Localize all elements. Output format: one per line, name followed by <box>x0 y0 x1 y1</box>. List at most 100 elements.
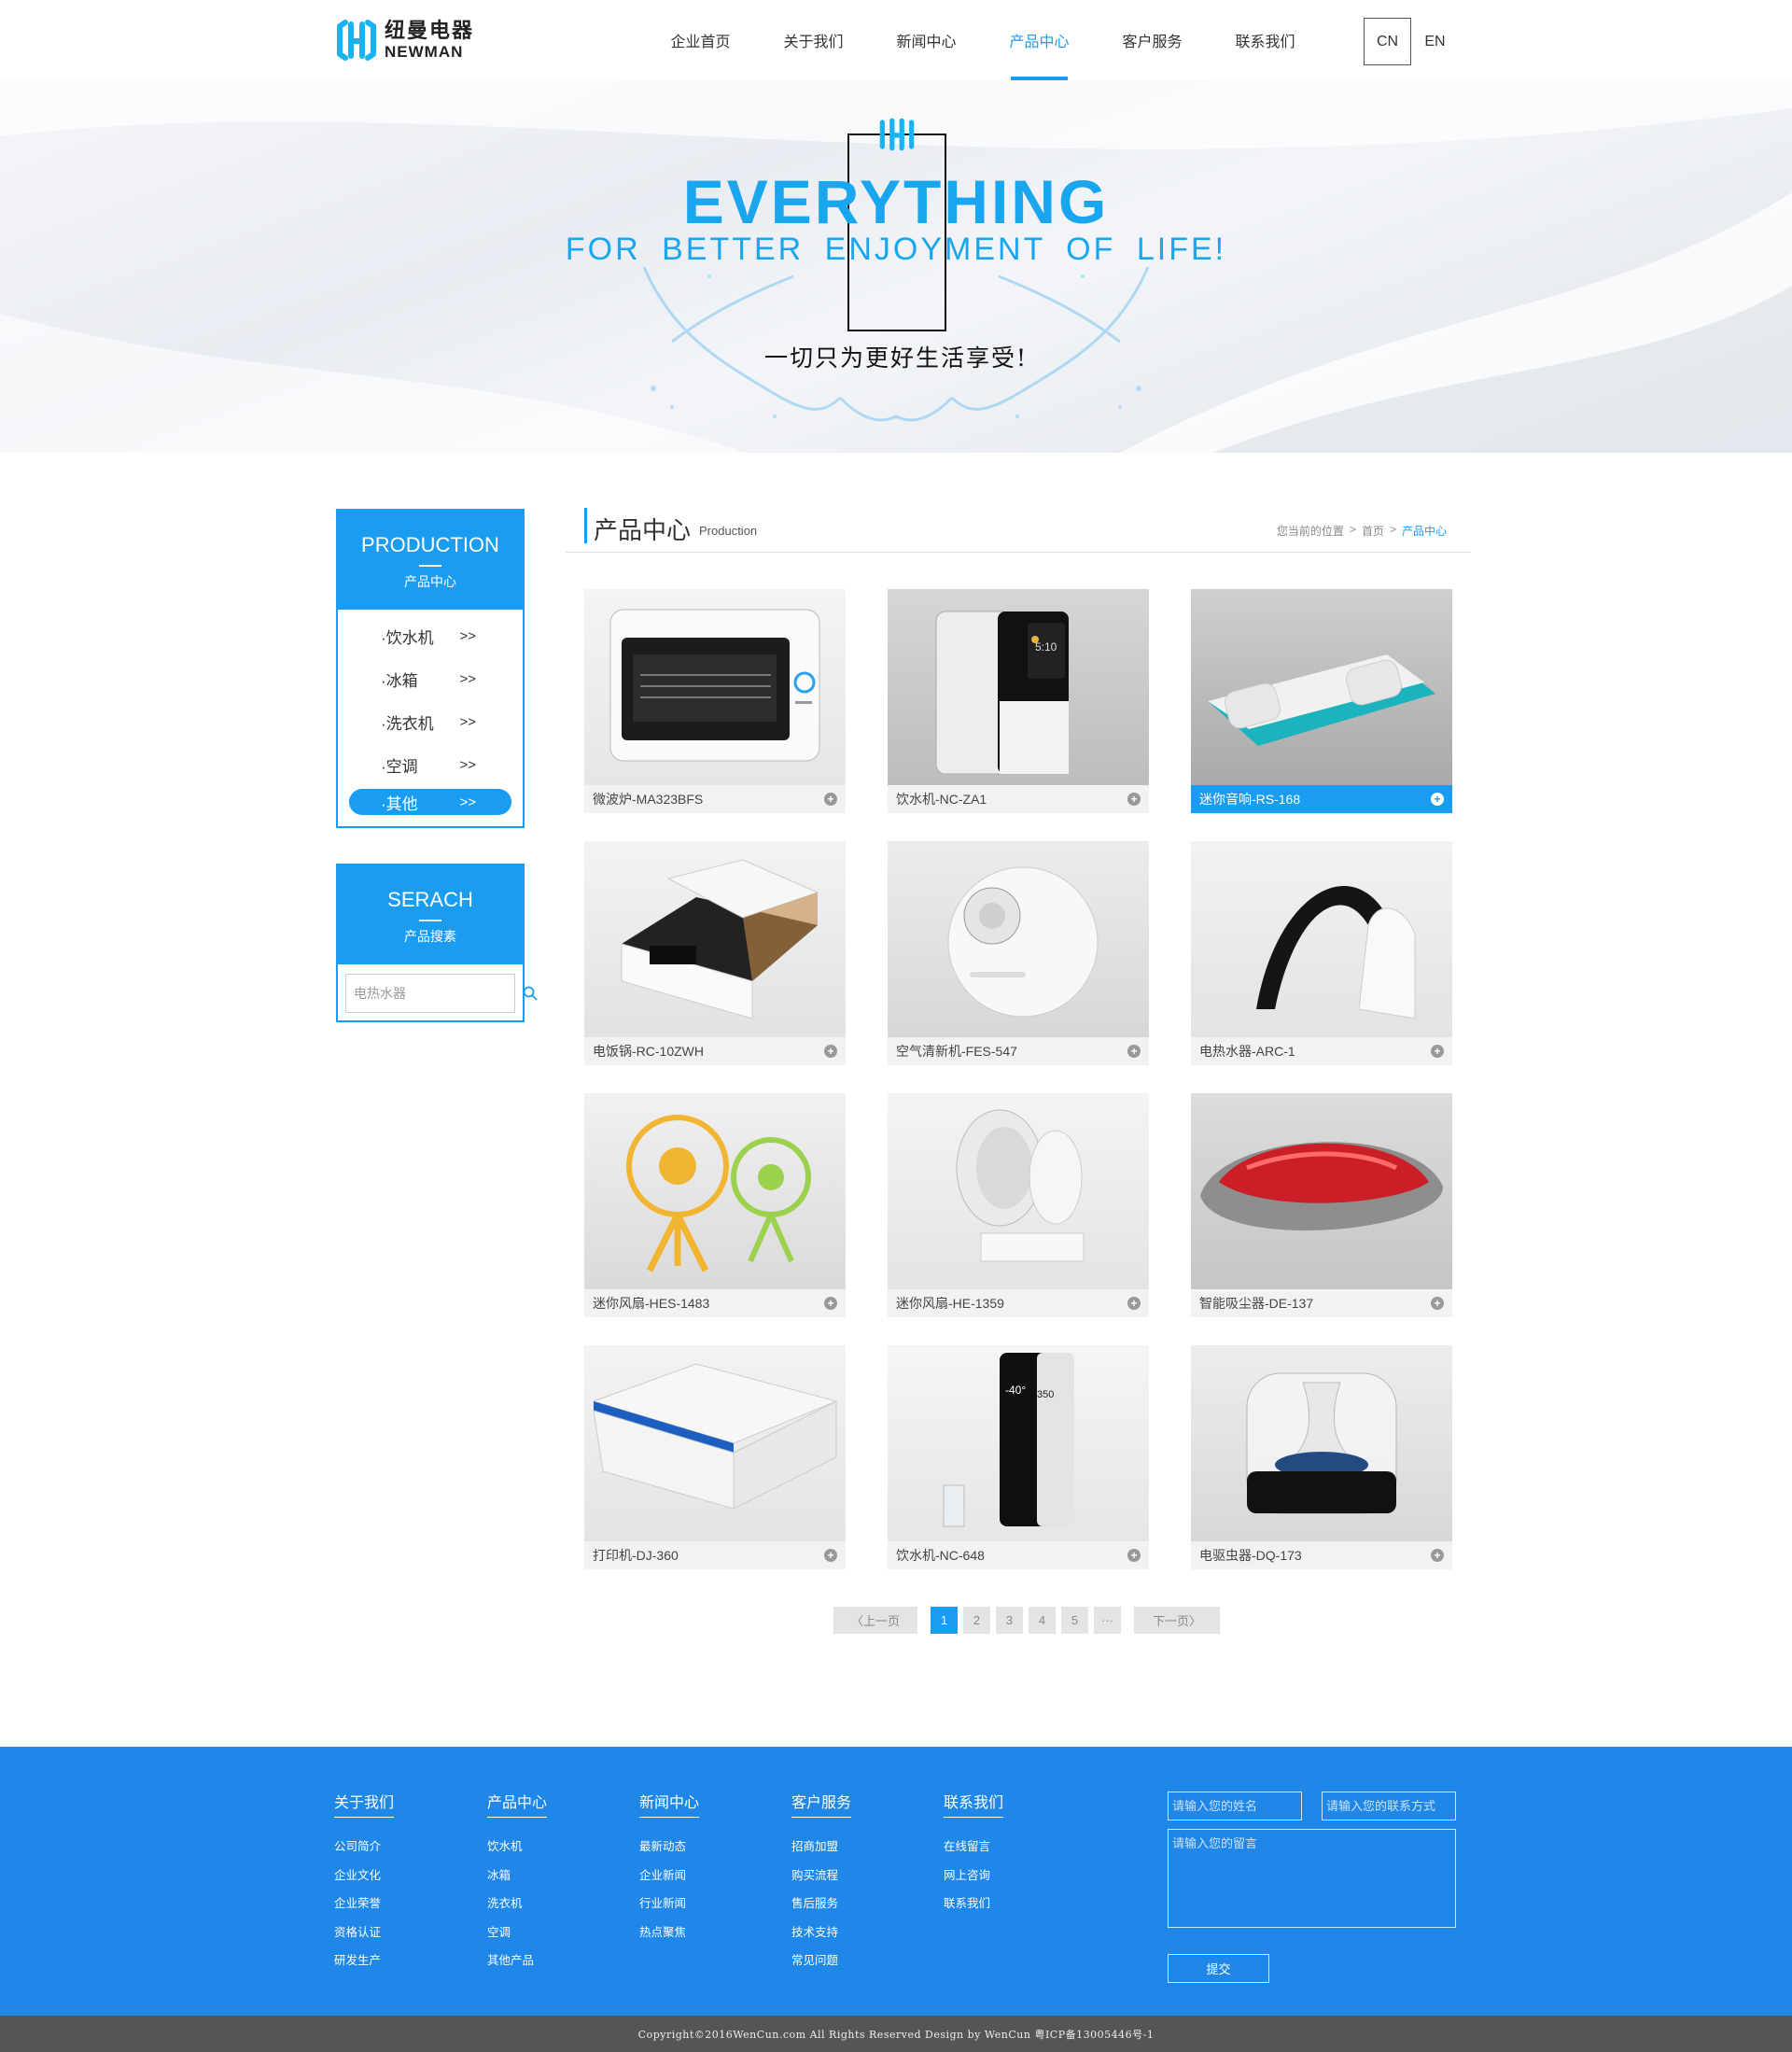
nav-news[interactable]: 新闻中心 <box>870 0 983 80</box>
plus-circle-icon[interactable]: + <box>824 1045 837 1058</box>
product-card[interactable]: -40° 350 饮水机-NC-648 + <box>888 1345 1149 1569</box>
footer-link[interactable]: 最新动态 <box>639 1833 699 1862</box>
footer-link[interactable]: 洗衣机 <box>487 1890 547 1918</box>
footer-link[interactable]: 购买流程 <box>791 1862 851 1890</box>
footer-link[interactable]: 企业文化 <box>334 1862 394 1890</box>
breadcrumb: 您当前的位置 > 首页 > 产品中心 <box>1277 523 1447 539</box>
category-item-washer[interactable]: ·洗衣机 >> <box>349 703 511 740</box>
footer-link[interactable]: 公司简介 <box>334 1833 394 1862</box>
product-grid: 微波炉-MA323BFS + 5:10 饮水机-NC-ZA1 + 迷你音响-RS… <box>584 589 1452 1569</box>
breadcrumb-label: 您当前的位置 <box>1276 525 1344 538</box>
banner-title: EVERYTHING <box>682 167 1110 236</box>
page-3-button[interactable]: 3 <box>996 1607 1023 1634</box>
plus-circle-icon[interactable]: + <box>824 793 837 806</box>
footer-link[interactable]: 资格认证 <box>334 1918 394 1947</box>
submit-button[interactable]: 提交 <box>1168 1954 1269 1983</box>
category-item-water-dispenser[interactable]: ·饮水机 >> <box>349 617 511 654</box>
product-name: 饮水机-NC-648 <box>896 1548 985 1563</box>
category-title-cn: 产品中心 <box>404 574 456 589</box>
banner-logo-icon <box>879 118 915 151</box>
nav-contact[interactable]: 联系我们 <box>1209 0 1322 80</box>
product-card[interactable]: 电饭锅-RC-10ZWH + <box>584 841 846 1065</box>
product-name: 迷你风扇-HES-1483 <box>593 1296 710 1311</box>
product-card[interactable]: 电热水器-ARC-1 + <box>1191 841 1452 1065</box>
page-4-button[interactable]: 4 <box>1029 1607 1056 1634</box>
chevron-double-right-icon: >> <box>459 670 476 687</box>
printer-image <box>584 1345 846 1541</box>
category-item-aircon[interactable]: ·空调 >> <box>349 746 511 783</box>
footer-column-title: 客户服务 <box>791 1790 852 1818</box>
name-input[interactable] <box>1168 1792 1302 1820</box>
category-item-other[interactable]: ·其他 >> <box>349 789 511 815</box>
plus-circle-icon[interactable]: + <box>824 1549 837 1562</box>
footer-column-title: 产品中心 <box>487 1790 548 1818</box>
search-icon[interactable] <box>523 975 538 1012</box>
banner-subtitle: FOR BETTER ENJOYMENT OF LIFE! <box>565 232 1227 267</box>
nav-home[interactable]: 企业首页 <box>644 0 757 80</box>
product-card[interactable]: 微波炉-MA323BFS + <box>584 589 846 813</box>
page-2-button[interactable]: 2 <box>963 1607 990 1634</box>
breadcrumb-current[interactable]: 产品中心 <box>1402 523 1447 539</box>
chevron-double-right-icon: >> <box>459 794 476 810</box>
chevron-double-right-icon: >> <box>459 756 476 773</box>
product-card[interactable]: 智能吸尘器-DE-137 + <box>1191 1093 1452 1317</box>
search-input[interactable] <box>346 975 523 1012</box>
page-ellipsis[interactable]: ··· <box>1094 1607 1121 1634</box>
plus-circle-icon[interactable]: + <box>1127 793 1141 806</box>
message-textarea[interactable] <box>1168 1829 1456 1928</box>
lang-en-button[interactable]: EN <box>1411 18 1459 65</box>
plus-circle-icon[interactable]: + <box>1127 1045 1141 1058</box>
footer-link[interactable]: 冰箱 <box>487 1862 547 1890</box>
nav-service[interactable]: 客户服务 <box>1096 0 1209 80</box>
plus-circle-icon[interactable]: + <box>1431 1045 1444 1058</box>
product-card[interactable]: 5:10 饮水机-NC-ZA1 + <box>888 589 1149 813</box>
logo[interactable]: 纽曼电器 NEWMAN <box>334 19 474 62</box>
page-1-button[interactable]: 1 <box>931 1607 958 1634</box>
footer-link[interactable]: 空调 <box>487 1918 547 1947</box>
contact-input[interactable] <box>1322 1792 1456 1820</box>
logo-text-cn: 纽曼电器 <box>385 19 475 42</box>
lang-cn-button[interactable]: CN <box>1364 18 1411 65</box>
product-card[interactable]: 打印机-DJ-360 + <box>584 1345 846 1569</box>
product-card[interactable]: 迷你音响-RS-168 + <box>1191 589 1452 813</box>
product-card[interactable]: 迷你风扇-HE-1359 + <box>888 1093 1149 1317</box>
plus-circle-icon[interactable]: + <box>1127 1549 1141 1562</box>
next-page-button[interactable]: 下一页〉 <box>1134 1607 1220 1634</box>
plus-circle-icon[interactable]: + <box>1431 793 1444 806</box>
breadcrumb-home[interactable]: 首页 <box>1362 523 1384 539</box>
nav-about[interactable]: 关于我们 <box>757 0 870 80</box>
footer-link[interactable]: 行业新闻 <box>639 1890 699 1918</box>
footer-link[interactable]: 企业荣誉 <box>334 1890 394 1918</box>
title-accent-bar <box>584 508 587 543</box>
site-footer: 关于我们 公司简介 企业文化 企业荣誉 资格认证 研发生产 产品中心 饮水机 冰… <box>0 1747 1792 2016</box>
pagination: 〈上一页 1 2 3 4 5 ··· 下一页〉 <box>833 1607 1220 1634</box>
footer-link[interactable]: 技术支持 <box>791 1918 851 1947</box>
nav-products[interactable]: 产品中心 <box>983 0 1096 80</box>
water-heater-image <box>1191 841 1452 1037</box>
footer-link[interactable]: 联系我们 <box>944 1890 1003 1918</box>
plus-circle-icon[interactable]: + <box>824 1297 837 1310</box>
search-box <box>345 974 538 1013</box>
plus-circle-icon[interactable]: + <box>1431 1297 1444 1310</box>
prev-page-button[interactable]: 〈上一页 <box>833 1607 917 1634</box>
footer-link[interactable]: 售后服务 <box>791 1890 851 1918</box>
category-item-fridge[interactable]: ·冰箱 >> <box>349 660 511 697</box>
page-5-button[interactable]: 5 <box>1061 1607 1088 1634</box>
svg-text:350: 350 <box>1037 1389 1054 1400</box>
footer-link[interactable]: 其他产品 <box>487 1947 547 1975</box>
product-card[interactable]: 迷你风扇-HES-1483 + <box>584 1093 846 1317</box>
footer-link[interactable]: 热点聚焦 <box>639 1918 699 1947</box>
footer-link[interactable]: 招商加盟 <box>791 1833 851 1862</box>
footer-link[interactable]: 常见问题 <box>791 1947 851 1975</box>
footer-link[interactable]: 在线留言 <box>944 1833 1003 1862</box>
plus-circle-icon[interactable]: + <box>1127 1297 1141 1310</box>
product-name: 智能吸尘器-DE-137 <box>1199 1296 1314 1311</box>
plus-circle-icon[interactable]: + <box>1431 1549 1444 1562</box>
footer-link[interactable]: 研发生产 <box>334 1947 394 1975</box>
footer-link[interactable]: 饮水机 <box>487 1833 547 1862</box>
footer-link[interactable]: 网上咨询 <box>944 1862 1003 1890</box>
product-card[interactable]: 电驱虫器-DQ-173 + <box>1191 1345 1452 1569</box>
footer-link[interactable]: 企业新闻 <box>639 1862 699 1890</box>
footer-column-title: 关于我们 <box>334 1790 395 1818</box>
product-card[interactable]: 空气清新机-FES-547 + <box>888 841 1149 1065</box>
